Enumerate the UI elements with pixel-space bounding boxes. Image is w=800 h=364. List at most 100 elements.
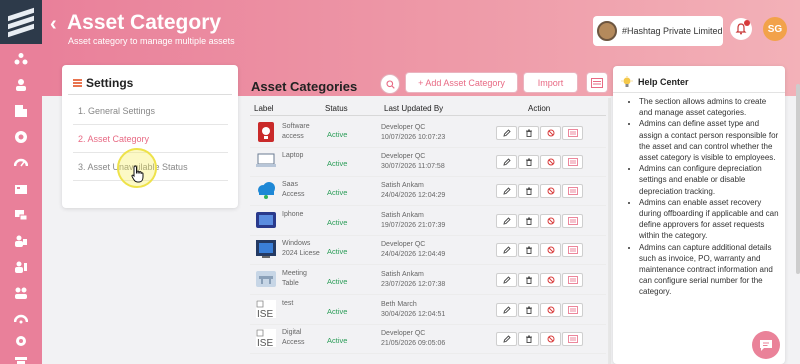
status-badge: Active [327, 218, 348, 227]
nav-assets-icon[interactable] [0, 204, 42, 226]
deactivate-button[interactable] [540, 332, 561, 346]
last-updated: Developer QC 24/04/2026 12:04:49 [381, 240, 445, 260]
deactivate-button[interactable] [540, 273, 561, 287]
deactivate-button[interactable] [540, 303, 561, 317]
deactivate-button[interactable] [540, 243, 561, 257]
details-button[interactable] [562, 332, 583, 346]
updated-at: 21/05/2026 09:05:06 [381, 340, 446, 347]
edit-button[interactable] [496, 273, 517, 287]
row-actions [496, 332, 584, 346]
row-actions [496, 273, 584, 287]
page-title: Asset Category [67, 11, 222, 34]
updated-by: Developer QC [381, 153, 426, 160]
nav-team-icon[interactable] [0, 230, 42, 252]
details-button[interactable] [562, 214, 583, 228]
edit-button[interactable] [496, 184, 517, 198]
block-icon [547, 187, 555, 195]
header-divider [250, 115, 606, 116]
nav-documents-icon[interactable] [0, 100, 42, 122]
app-logo[interactable] [0, 0, 42, 44]
edit-icon [502, 335, 511, 343]
deactivate-button[interactable] [540, 155, 561, 169]
status-badge: Active [327, 188, 348, 197]
updated-by: Satish Ankam [381, 271, 424, 278]
edit-button[interactable] [496, 155, 517, 169]
divider [613, 92, 785, 93]
row-actions [496, 303, 584, 317]
nav-employees-icon[interactable] [0, 74, 42, 96]
delete-button[interactable] [518, 126, 539, 140]
edit-button[interactable] [496, 243, 517, 257]
hand-cursor-icon [131, 165, 144, 183]
notifications-button[interactable] [730, 18, 752, 40]
settings-item-general[interactable]: 1. General Settings [73, 97, 228, 125]
updated-by: Developer QC [381, 124, 426, 131]
add-asset-category-button[interactable]: + Add Asset Category [405, 72, 518, 93]
chat-button[interactable] [752, 331, 780, 359]
export-button[interactable] [586, 72, 608, 93]
help-header: Help Center [621, 76, 689, 88]
broken-image-thumbnail: ISE [255, 328, 277, 349]
search-button[interactable] [380, 74, 400, 94]
edit-button[interactable] [496, 303, 517, 317]
table-scrollbar[interactable] [608, 98, 611, 364]
list-icon [567, 246, 578, 254]
details-button[interactable] [562, 126, 583, 140]
help-item: Admins can define asset type and assign … [639, 118, 781, 163]
software-thumbnail [255, 122, 277, 142]
help-list: The section allows admins to create and … [639, 96, 781, 298]
delete-button[interactable] [518, 303, 539, 317]
nav-timesheet-icon[interactable] [0, 178, 42, 200]
delete-button[interactable] [518, 243, 539, 257]
divider [68, 94, 232, 95]
nav-performance-icon[interactable] [0, 152, 42, 174]
deactivate-button[interactable] [540, 126, 561, 140]
delete-button[interactable] [518, 155, 539, 169]
updated-at: 23/07/2026 12:07:38 [381, 281, 446, 288]
details-button[interactable] [562, 184, 583, 198]
chat-icon [760, 339, 772, 351]
nav-analytics-icon[interactable] [0, 308, 42, 330]
details-button[interactable] [562, 155, 583, 169]
edit-button[interactable] [496, 126, 517, 140]
details-button[interactable] [562, 273, 583, 287]
nav-org-icon[interactable] [0, 282, 42, 304]
edit-button[interactable] [496, 332, 517, 346]
delete-button[interactable] [518, 184, 539, 198]
table-row: ISE test Active Beth March 30/04/2026 12:04:… [250, 295, 606, 325]
edit-button[interactable] [496, 214, 517, 228]
status-badge: Active [327, 247, 348, 256]
organization-selector[interactable]: #Hashtag Private Limited [593, 16, 723, 46]
deactivate-button[interactable] [540, 184, 561, 198]
back-chevron-icon[interactable]: ‹ [50, 13, 57, 36]
nav-more-icon[interactable] [0, 350, 42, 364]
updated-at: 24/04/2026 12:04:49 [381, 251, 446, 258]
page-scrollbar[interactable] [796, 84, 800, 274]
details-button[interactable] [562, 303, 583, 317]
help-center-panel: Help Center The section allows admins to… [613, 66, 785, 364]
delete-button[interactable] [518, 214, 539, 228]
delete-button[interactable] [518, 273, 539, 287]
last-updated: Satish Ankam 24/04/2026 12:04:29 [381, 181, 445, 201]
category-label: Digital Access [282, 329, 305, 346]
updated-by: Satish Ankam [381, 212, 424, 219]
svg-text:ISE: ISE [257, 309, 273, 319]
category-label: Iphone [282, 211, 304, 218]
row-actions [496, 184, 584, 198]
deactivate-button[interactable] [540, 214, 561, 228]
settings-item-asset-category[interactable]: 2. Asset Category [73, 125, 228, 153]
import-button[interactable]: Import [523, 72, 578, 93]
user-avatar[interactable]: SG [763, 17, 787, 41]
nav-directory-icon[interactable] [0, 256, 42, 278]
trash-icon [525, 246, 533, 254]
search-icon [385, 79, 395, 89]
nav-payroll-icon[interactable] [0, 126, 42, 148]
nav-settings-icon[interactable] [0, 330, 42, 352]
details-button[interactable] [562, 243, 583, 257]
edit-icon [502, 158, 511, 166]
list-icon [567, 306, 578, 314]
broken-image-thumbnail: ISE [255, 299, 277, 320]
block-icon [547, 158, 555, 166]
nav-dashboard-icon[interactable] [0, 48, 42, 70]
delete-button[interactable] [518, 332, 539, 346]
